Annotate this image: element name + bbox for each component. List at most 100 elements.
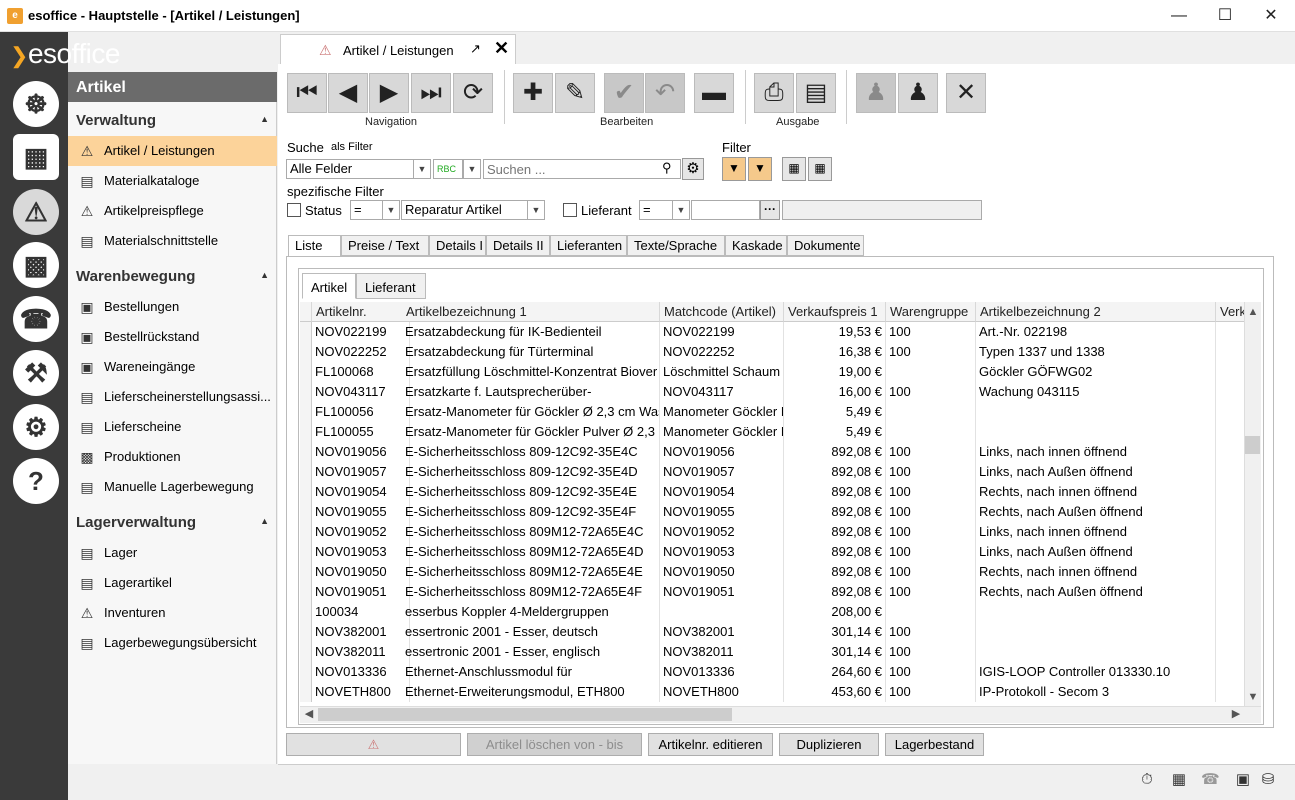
row-selector[interactable] bbox=[300, 402, 312, 422]
table-cell[interactable]: NOV382001 bbox=[312, 622, 410, 642]
table-cell[interactable] bbox=[1216, 462, 1244, 482]
tab-details-2[interactable]: Details II bbox=[486, 235, 550, 256]
table-cell[interactable]: 100 bbox=[886, 342, 976, 362]
lieferant-lookup-button[interactable]: ··· bbox=[760, 200, 780, 220]
tools-icon[interactable]: ⚒ bbox=[13, 350, 59, 396]
table-cell[interactable]: NOV022252 bbox=[312, 342, 410, 362]
maximize-button[interactable]: ☐ bbox=[1202, 0, 1248, 32]
duplicate-button[interactable]: Duplizieren bbox=[779, 733, 879, 756]
table-cell[interactable] bbox=[1216, 342, 1244, 362]
table-cell[interactable] bbox=[1216, 682, 1244, 702]
table-cell[interactable]: 100 bbox=[886, 382, 976, 402]
table-cell[interactable]: 100034 bbox=[312, 602, 410, 622]
filter-grid-alt-icon[interactable]: ▦ bbox=[808, 157, 832, 181]
table-cell[interactable]: NOV019054 bbox=[660, 482, 784, 502]
search-icon[interactable]: ⚲ bbox=[662, 160, 672, 176]
scroll-right-icon[interactable]: ▶ bbox=[1228, 706, 1244, 722]
inner-tab-lieferant[interactable]: Lieferant bbox=[356, 273, 426, 299]
table-cell[interactable]: E-Sicherheitsschloss 809-12C92-35E4E bbox=[402, 482, 660, 502]
row-selector[interactable] bbox=[300, 422, 312, 442]
table-cell[interactable]: Manometer Göckler I bbox=[660, 402, 784, 422]
table-cell[interactable] bbox=[1216, 642, 1244, 662]
table-cell[interactable] bbox=[1216, 562, 1244, 582]
tab-details-1[interactable]: Details I bbox=[429, 235, 486, 256]
table-cell[interactable]: NOV019057 bbox=[660, 462, 784, 482]
column-header[interactable]: Warengruppe bbox=[886, 302, 976, 322]
table-cell[interactable]: NOV019052 bbox=[660, 522, 784, 542]
row-selector[interactable] bbox=[300, 642, 312, 662]
table-cell[interactable] bbox=[1216, 402, 1244, 422]
column-header[interactable]: Verk bbox=[1216, 302, 1244, 322]
filter-grid-icon[interactable]: ▦ bbox=[782, 157, 806, 181]
run-icon[interactable]: ♟ bbox=[898, 73, 938, 113]
nav-item-artikel-leistungen[interactable]: ⚠ Artikel / Leistungen bbox=[68, 136, 277, 166]
close-tab-icon[interactable]: ✕ bbox=[494, 38, 509, 59]
scroll-left-icon[interactable]: ◀ bbox=[301, 706, 317, 722]
row-selector[interactable] bbox=[300, 322, 312, 342]
table-cell[interactable] bbox=[976, 602, 1216, 622]
first-record-button[interactable]: ⏮ bbox=[287, 73, 327, 113]
nav-section-lagerverwaltung[interactable]: Lagerverwaltung ▲ bbox=[68, 510, 277, 536]
table-cell[interactable]: NOV043117 bbox=[312, 382, 410, 402]
table-cell[interactable]: 100 bbox=[886, 582, 976, 602]
table-cell[interactable] bbox=[976, 642, 1216, 662]
table-cell[interactable]: FL100068 bbox=[312, 362, 410, 382]
table-cell[interactable] bbox=[1216, 442, 1244, 462]
row-selector[interactable] bbox=[300, 602, 312, 622]
row-selector[interactable] bbox=[300, 342, 312, 362]
table-cell[interactable] bbox=[886, 362, 976, 382]
nav-section-warenbewegung[interactable]: Warenbewegung ▲ bbox=[68, 264, 277, 290]
nav-item-lagerbewegungsuebersicht[interactable]: ▤ Lagerbewegungsübersicht bbox=[68, 628, 277, 658]
table-cell[interactable]: 208,00 € bbox=[784, 602, 886, 622]
table-cell[interactable]: Links, nach Außen öffnend bbox=[976, 542, 1216, 562]
table-cell[interactable]: NOVETH800 bbox=[660, 682, 784, 702]
table-cell[interactable] bbox=[886, 602, 976, 622]
column-header[interactable]: Verkaufspreis 1 bbox=[784, 302, 886, 322]
undo-button[interactable]: ↶ bbox=[645, 73, 685, 113]
table-cell[interactable]: Göckler GÖFWG02 bbox=[976, 362, 1216, 382]
row-selector[interactable] bbox=[300, 362, 312, 382]
table-cell[interactable]: Rechts, nach Außen öffnend bbox=[976, 502, 1216, 522]
table-cell[interactable] bbox=[1216, 482, 1244, 502]
alarm-light-button[interactable]: ⚠ bbox=[286, 733, 461, 756]
add-button[interactable]: ✚ bbox=[513, 73, 553, 113]
table-cell[interactable]: E-Sicherheitsschloss 809M12-72A65E4D bbox=[402, 542, 660, 562]
table-cell[interactable]: 100 bbox=[886, 662, 976, 682]
table-cell[interactable]: Rechts, nach Außen öffnend bbox=[976, 582, 1216, 602]
table-cell[interactable]: 892,08 € bbox=[784, 482, 886, 502]
table-cell[interactable]: 16,00 € bbox=[784, 382, 886, 402]
table-cell[interactable]: 264,60 € bbox=[784, 662, 886, 682]
column-header[interactable]: Artikelbezeichnung 2 bbox=[976, 302, 1216, 322]
table-cell[interactable]: 892,08 € bbox=[784, 522, 886, 542]
table-cell[interactable] bbox=[976, 422, 1216, 442]
table-cell[interactable]: 100 bbox=[886, 482, 976, 502]
article-grid[interactable]: Artikelnr. Artikelbezeichnung 1 Matchcode … bbox=[300, 302, 1244, 706]
filter-check-icon[interactable]: ▼ bbox=[748, 157, 772, 181]
table-cell[interactable]: NOV019051 bbox=[312, 582, 410, 602]
nav-section-verwaltung[interactable]: Verwaltung ▲ bbox=[68, 108, 277, 134]
table-cell[interactable]: NOV019057 bbox=[312, 462, 410, 482]
refresh-button[interactable]: ⟳ bbox=[453, 73, 493, 113]
calendar-grid-icon[interactable]: ▦ bbox=[13, 134, 59, 180]
table-cell[interactable]: 16,38 € bbox=[784, 342, 886, 362]
popout-icon[interactable]: ↗ bbox=[470, 41, 481, 57]
table-cell[interactable]: NOV019054 bbox=[312, 482, 410, 502]
table-cell[interactable]: Ersatz-Manometer für Göckler Ø 2,3 cm Wa… bbox=[402, 402, 660, 422]
search-field-select[interactable]: Alle Felder bbox=[286, 159, 414, 179]
row-selector[interactable] bbox=[300, 482, 312, 502]
nav-item-bestellrueckstand[interactable]: ▣ Bestellrückstand bbox=[68, 322, 277, 352]
table-cell[interactable] bbox=[976, 402, 1216, 422]
row-selector[interactable] bbox=[300, 662, 312, 682]
nav-item-materialkataloge[interactable]: ▤ Materialkataloge bbox=[68, 166, 277, 196]
close-document-button[interactable]: ✕ bbox=[946, 73, 986, 113]
table-cell[interactable]: IP-Protokoll - Secom 3 bbox=[976, 682, 1216, 702]
table-cell[interactable]: esserbus Koppler 4-Meldergruppen bbox=[402, 602, 660, 622]
table-cell[interactable]: IGIS-LOOP Controller 013330.10 bbox=[976, 662, 1216, 682]
table-cell[interactable]: NOV019056 bbox=[660, 442, 784, 462]
table-cell[interactable]: Ersatzkarte f. Lautsprecherüber- bbox=[402, 382, 660, 402]
table-cell[interactable]: 100 bbox=[886, 322, 976, 342]
row-selector[interactable] bbox=[300, 522, 312, 542]
delete-range-button[interactable]: Artikel löschen von - bis bbox=[467, 733, 642, 756]
table-cell[interactable]: NOV019053 bbox=[312, 542, 410, 562]
table-cell[interactable]: NOV019053 bbox=[660, 542, 784, 562]
